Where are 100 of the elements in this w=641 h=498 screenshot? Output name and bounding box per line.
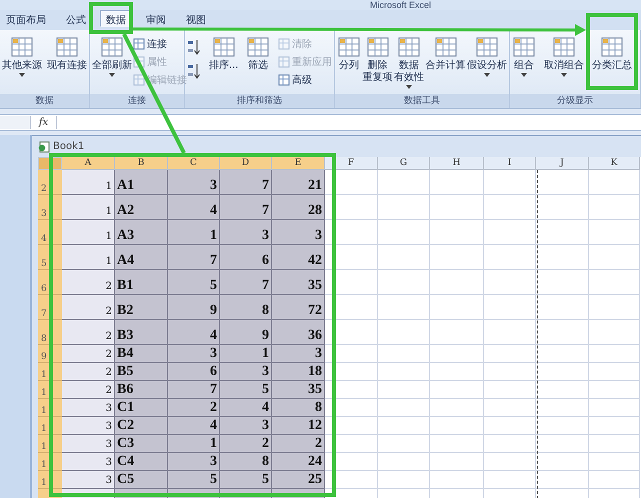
ribbon-tab[interactable]: 公式	[60, 10, 92, 27]
table-cell	[536, 220, 589, 245]
table-cell: 12	[272, 417, 325, 435]
table-cell: 2	[62, 295, 115, 320]
table-cell	[536, 195, 589, 220]
table-cell	[430, 320, 484, 345]
table-cell	[484, 399, 536, 417]
ribbon-button[interactable]: 分列	[337, 35, 361, 72]
table-cell: B4	[115, 345, 168, 363]
column-header[interactable]: H	[430, 157, 484, 170]
column-header[interactable]: D	[220, 157, 272, 170]
name-box[interactable]	[0, 116, 31, 129]
table-cell: 2	[168, 399, 220, 417]
ribbon-button[interactable]: 合并计算	[426, 35, 466, 72]
table-cell	[325, 220, 378, 245]
table-cell: 2	[272, 435, 325, 453]
table-cell	[325, 320, 378, 345]
table-cell: 7	[220, 270, 272, 295]
table-cell	[325, 417, 378, 435]
table-cell	[430, 195, 484, 220]
function-label: fx	[37, 117, 50, 128]
table-cell: 42	[272, 245, 325, 270]
ribbon-button[interactable]: 假设分析	[467, 35, 507, 77]
column-header[interactable]: I	[484, 157, 536, 170]
table-cell: 3	[272, 345, 325, 363]
table-cell	[430, 270, 484, 295]
table-cell: 7	[168, 245, 220, 270]
table-cell	[378, 345, 430, 363]
ribbon-button[interactable]: 组合	[512, 35, 536, 77]
table-cell	[325, 270, 378, 295]
table-cell	[378, 220, 430, 245]
column-header[interactable]: K	[589, 157, 640, 170]
table-cell: B5	[115, 363, 168, 381]
table-cell	[484, 245, 536, 270]
ribbon-tab[interactable]: 数据	[100, 10, 132, 27]
table-cell	[536, 245, 589, 270]
table-cell	[536, 381, 589, 399]
table-cell	[484, 170, 536, 195]
table-cell: 1	[62, 170, 115, 195]
ribbon-button[interactable]: 分类汇总	[592, 35, 632, 72]
table-cell	[378, 320, 430, 345]
column-header[interactable]: C	[168, 157, 220, 170]
table-cell	[536, 435, 589, 453]
table-cell: 25	[272, 471, 325, 489]
table-cell: 4	[168, 195, 220, 220]
window-title: Microsoft Excel	[370, 0, 431, 10]
table-cell: 7	[220, 170, 272, 195]
table-cell	[430, 170, 484, 195]
ribbon-button[interactable]: 全部刷新	[92, 35, 132, 77]
table-cell	[378, 417, 430, 435]
table-cell: 1	[168, 220, 220, 245]
ribbon-button[interactable]: 数据 有效性	[394, 35, 424, 89]
table-cell	[378, 471, 430, 489]
ribbon-button[interactable]: 其他来源	[2, 35, 42, 77]
table-cell: 2	[220, 435, 272, 453]
table-cell: 5	[220, 381, 272, 399]
table-cell: 4	[220, 399, 272, 417]
ribbon-button[interactable]: 现有连接	[47, 35, 87, 72]
ribbon-tab[interactable]: 页面布局	[0, 10, 52, 27]
ribbon-button[interactable]: 高级	[278, 71, 332, 89]
column-header[interactable]: B	[115, 157, 168, 170]
ribbon-button[interactable]: 删除 重复项	[362, 35, 392, 84]
table-cell: 3	[168, 345, 220, 363]
table-cell	[430, 381, 484, 399]
table-cell: 24	[272, 453, 325, 471]
table-cell: A2	[115, 195, 168, 220]
table-icon	[133, 56, 145, 68]
table-cell: B6	[115, 381, 168, 399]
ribbon-button[interactable]: 排序...	[208, 35, 238, 72]
column-header[interactable]: E	[272, 157, 325, 170]
caret-icon	[484, 73, 490, 77]
ribbon-button[interactable]: 筛选	[246, 35, 270, 72]
column-header[interactable]: J	[536, 157, 589, 170]
table-cell: 3	[62, 399, 115, 417]
table-cell: 9	[168, 295, 220, 320]
column-header[interactable]: G	[378, 157, 430, 170]
ribbon-tab[interactable]: 审阅	[140, 10, 172, 27]
ribbon-button[interactable]: 取消组合	[544, 35, 584, 77]
table-cell	[536, 345, 589, 363]
column-header[interactable]: A	[62, 157, 115, 170]
table-cell	[430, 453, 484, 471]
table-cell	[430, 245, 484, 270]
table-cell: 8	[220, 453, 272, 471]
workbook-icon	[38, 140, 50, 152]
table-icon	[475, 35, 499, 59]
table-icon	[337, 35, 361, 59]
table-cell	[430, 345, 484, 363]
table-cell: 1	[62, 220, 115, 245]
table-cell	[430, 295, 484, 320]
column-header[interactable]: F	[325, 157, 378, 170]
table-icon	[552, 35, 576, 59]
table-cell	[378, 295, 430, 320]
table-cell	[484, 295, 536, 320]
table-cell: 3	[220, 363, 272, 381]
sort-icon	[187, 39, 201, 55]
ribbon-button[interactable]: 连接	[133, 35, 187, 53]
table-cell	[484, 320, 536, 345]
table-cell: 3	[62, 417, 115, 435]
ribbon-tab[interactable]: 视图	[180, 10, 212, 27]
table-cell	[536, 453, 589, 471]
